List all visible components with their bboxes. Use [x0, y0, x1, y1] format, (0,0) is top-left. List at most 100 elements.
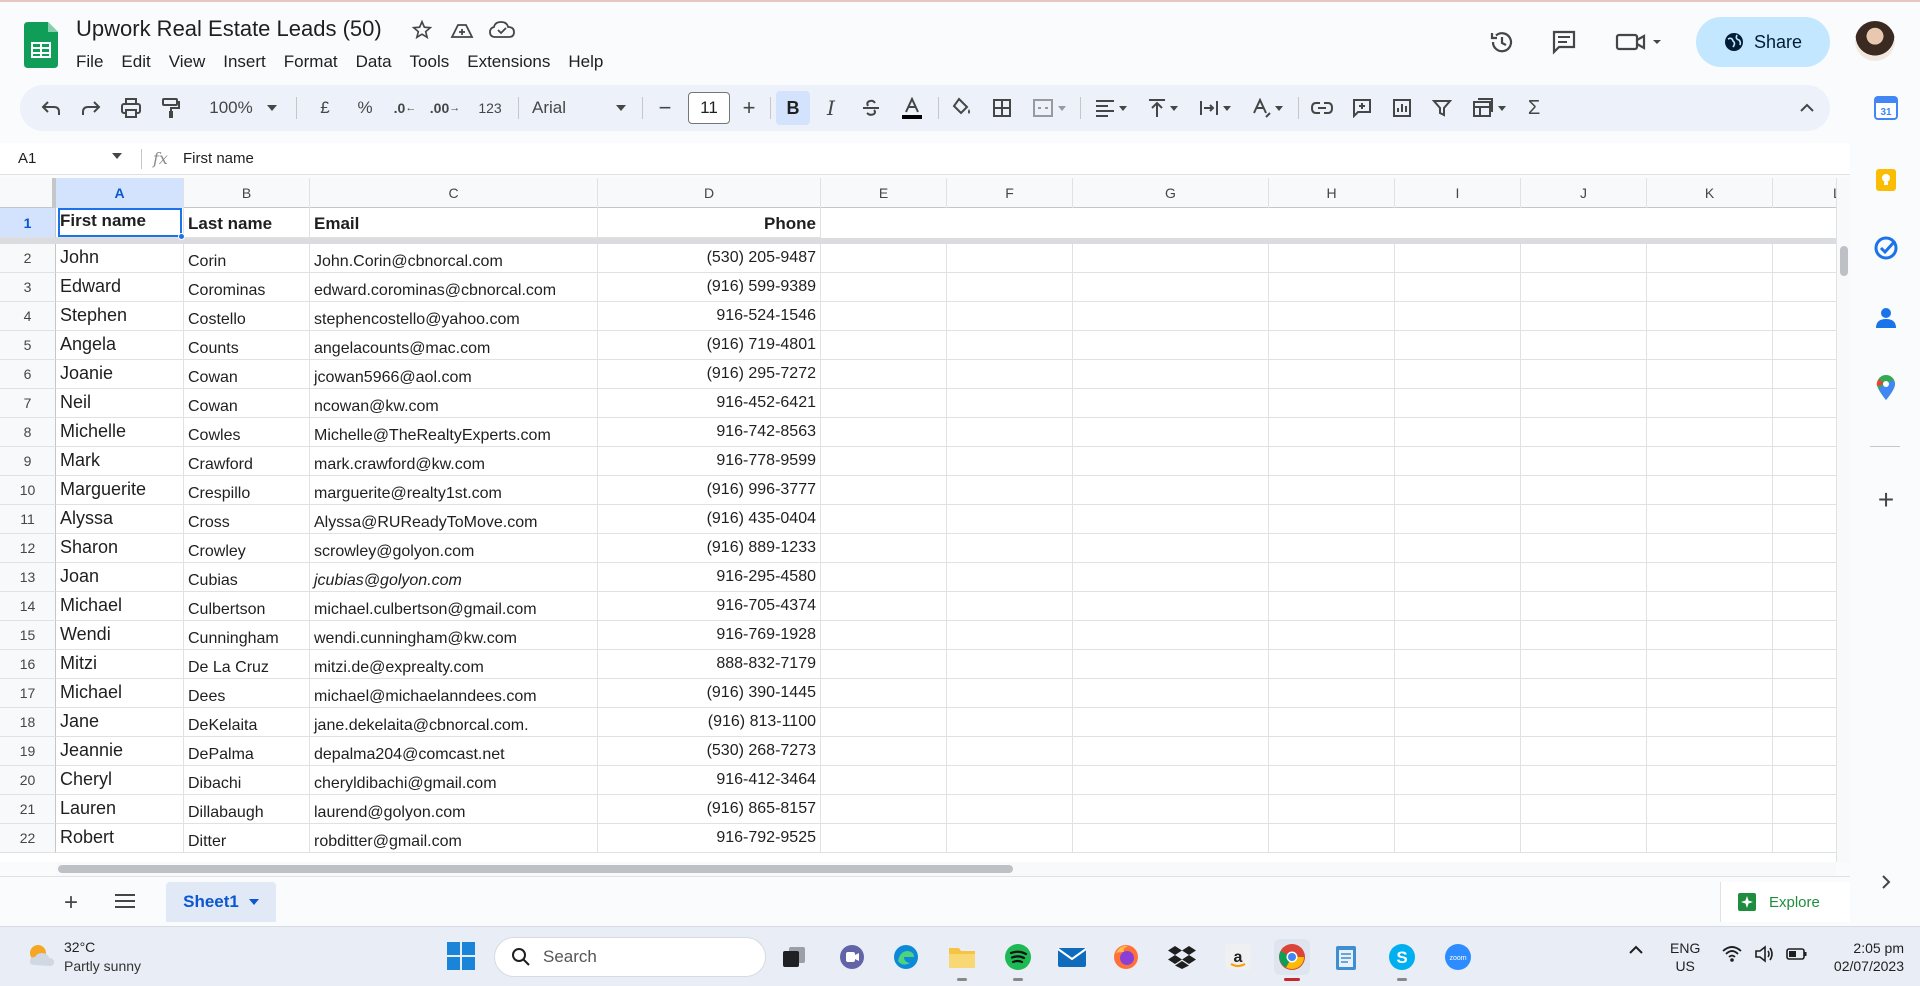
cell-empty[interactable] [1269, 389, 1395, 418]
cell-empty[interactable] [1269, 418, 1395, 447]
row-header[interactable]: 15 [0, 621, 56, 650]
row-header[interactable]: 16 [0, 650, 56, 679]
cell-first-name[interactable]: Angela [56, 331, 184, 360]
cell-empty[interactable] [1521, 766, 1647, 795]
decrease-decimal-button[interactable]: .0 ← [388, 91, 422, 125]
cell-empty[interactable] [1773, 273, 1836, 302]
cell-phone[interactable]: 916-792-9525 [598, 824, 821, 853]
column-header-l[interactable]: L [1773, 178, 1836, 208]
cell-phone[interactable]: 916-412-3464 [598, 766, 821, 795]
cell-empty[interactable] [821, 476, 947, 505]
cell-empty[interactable] [1073, 418, 1269, 447]
column-header-g[interactable]: G [1073, 178, 1269, 208]
cell-empty[interactable] [1395, 244, 1521, 273]
cell-empty[interactable] [1521, 505, 1647, 534]
text-color-icon[interactable] [896, 91, 928, 125]
menu-format[interactable]: Format [275, 50, 347, 74]
menu-insert[interactable]: Insert [214, 50, 275, 74]
cell-empty[interactable] [1647, 824, 1773, 853]
cell-phone[interactable]: 916-524-1546 [598, 302, 821, 331]
cell-empty[interactable] [821, 737, 947, 766]
cell-empty[interactable] [1073, 708, 1269, 737]
cell-last-name[interactable]: Corominas [184, 273, 310, 302]
cell-empty[interactable] [1073, 563, 1269, 592]
cell-empty[interactable] [947, 679, 1073, 708]
cell-first-name[interactable]: Stephen [56, 302, 184, 331]
row-header[interactable]: 22 [0, 824, 56, 853]
language-indicator[interactable]: ENG US [1670, 939, 1700, 975]
row-header[interactable]: 6 [0, 360, 56, 389]
cell-empty[interactable] [1073, 360, 1269, 389]
cell-empty[interactable] [1647, 476, 1773, 505]
cell-empty[interactable] [1269, 563, 1395, 592]
cell-empty[interactable] [1647, 331, 1773, 360]
contacts-icon[interactable] [1870, 302, 1902, 334]
cell-empty[interactable] [947, 737, 1073, 766]
menu-view[interactable]: View [160, 50, 215, 74]
vertical-align-icon[interactable] [1140, 91, 1186, 125]
cell-empty[interactable] [1073, 302, 1269, 331]
cell-empty[interactable] [1269, 534, 1395, 563]
cell-empty[interactable] [821, 447, 947, 476]
cell-first-name[interactable]: John [56, 244, 184, 273]
cell-empty[interactable] [1073, 389, 1269, 418]
column-header-i[interactable]: I [1395, 178, 1521, 208]
cell-email[interactable]: robditter@gmail.com [310, 824, 598, 853]
filter-views-icon[interactable] [1466, 91, 1512, 125]
cell-last-name[interactable]: Cunningham [184, 621, 310, 650]
cell-empty[interactable] [947, 534, 1073, 563]
cell-phone[interactable]: (530) 268-7273 [598, 737, 821, 766]
column-header-j[interactable]: J [1521, 178, 1647, 208]
cell-empty[interactable] [947, 592, 1073, 621]
font-family-select[interactable]: Arial [524, 91, 634, 125]
column-header-h[interactable]: H [1269, 178, 1395, 208]
row-header[interactable]: 14 [0, 592, 56, 621]
cell-empty[interactable] [1395, 534, 1521, 563]
cell-email[interactable]: marguerite@realty1st.com [310, 476, 598, 505]
tray-chevron-up-icon[interactable] [1628, 945, 1644, 955]
cell-empty[interactable] [1073, 273, 1269, 302]
cell-empty[interactable] [1647, 708, 1773, 737]
cell-empty[interactable] [821, 360, 947, 389]
cell-empty[interactable] [1647, 766, 1773, 795]
insert-link-icon[interactable] [1306, 91, 1338, 125]
cell-empty[interactable] [1269, 592, 1395, 621]
filter-icon[interactable] [1426, 91, 1458, 125]
menu-edit[interactable]: Edit [112, 50, 159, 74]
row-header[interactable]: 4 [0, 302, 56, 331]
cell-empty[interactable] [1073, 534, 1269, 563]
cell-empty[interactable] [1269, 476, 1395, 505]
menu-tools[interactable]: Tools [401, 50, 459, 74]
cell-email[interactable]: mark.crawford@kw.com [310, 447, 598, 476]
cell-empty[interactable] [1773, 389, 1836, 418]
cell-empty[interactable] [821, 824, 947, 853]
cell-empty[interactable] [1395, 273, 1521, 302]
cell-last-name[interactable]: Cowles [184, 418, 310, 447]
cell-last-name[interactable]: DeKelaita [184, 708, 310, 737]
cell-email[interactable]: jcubias@golyon.com [310, 563, 598, 592]
cell-empty[interactable] [1073, 592, 1269, 621]
teams-chat-icon[interactable] [834, 939, 870, 975]
cell-empty[interactable] [1395, 650, 1521, 679]
cell-empty[interactable] [1647, 534, 1773, 563]
horizontal-scrollbar[interactable] [56, 862, 1836, 876]
cell-empty[interactable] [1521, 331, 1647, 360]
cell-empty[interactable] [1073, 679, 1269, 708]
cell-empty[interactable] [1073, 331, 1269, 360]
font-size-input[interactable]: 11 [688, 92, 730, 124]
row-header[interactable]: 11 [0, 505, 56, 534]
cell-empty[interactable] [1521, 708, 1647, 737]
select-all-corner[interactable] [0, 178, 56, 208]
cell-empty[interactable] [1521, 534, 1647, 563]
cell-empty[interactable] [1395, 331, 1521, 360]
percent-format-button[interactable]: % [350, 91, 380, 125]
cell-email[interactable]: angelacounts@mac.com [310, 331, 598, 360]
cell-empty[interactable] [1073, 766, 1269, 795]
column-header-a[interactable]: A [56, 178, 184, 208]
cell-first-name[interactable]: Michael [56, 592, 184, 621]
cell-email[interactable]: cheryldibachi@gmail.com [310, 766, 598, 795]
cell-empty[interactable] [1773, 418, 1836, 447]
cell-phone[interactable]: 916-778-9599 [598, 447, 821, 476]
cell-phone[interactable]: (916) 889-1233 [598, 534, 821, 563]
cell-empty[interactable] [821, 273, 947, 302]
